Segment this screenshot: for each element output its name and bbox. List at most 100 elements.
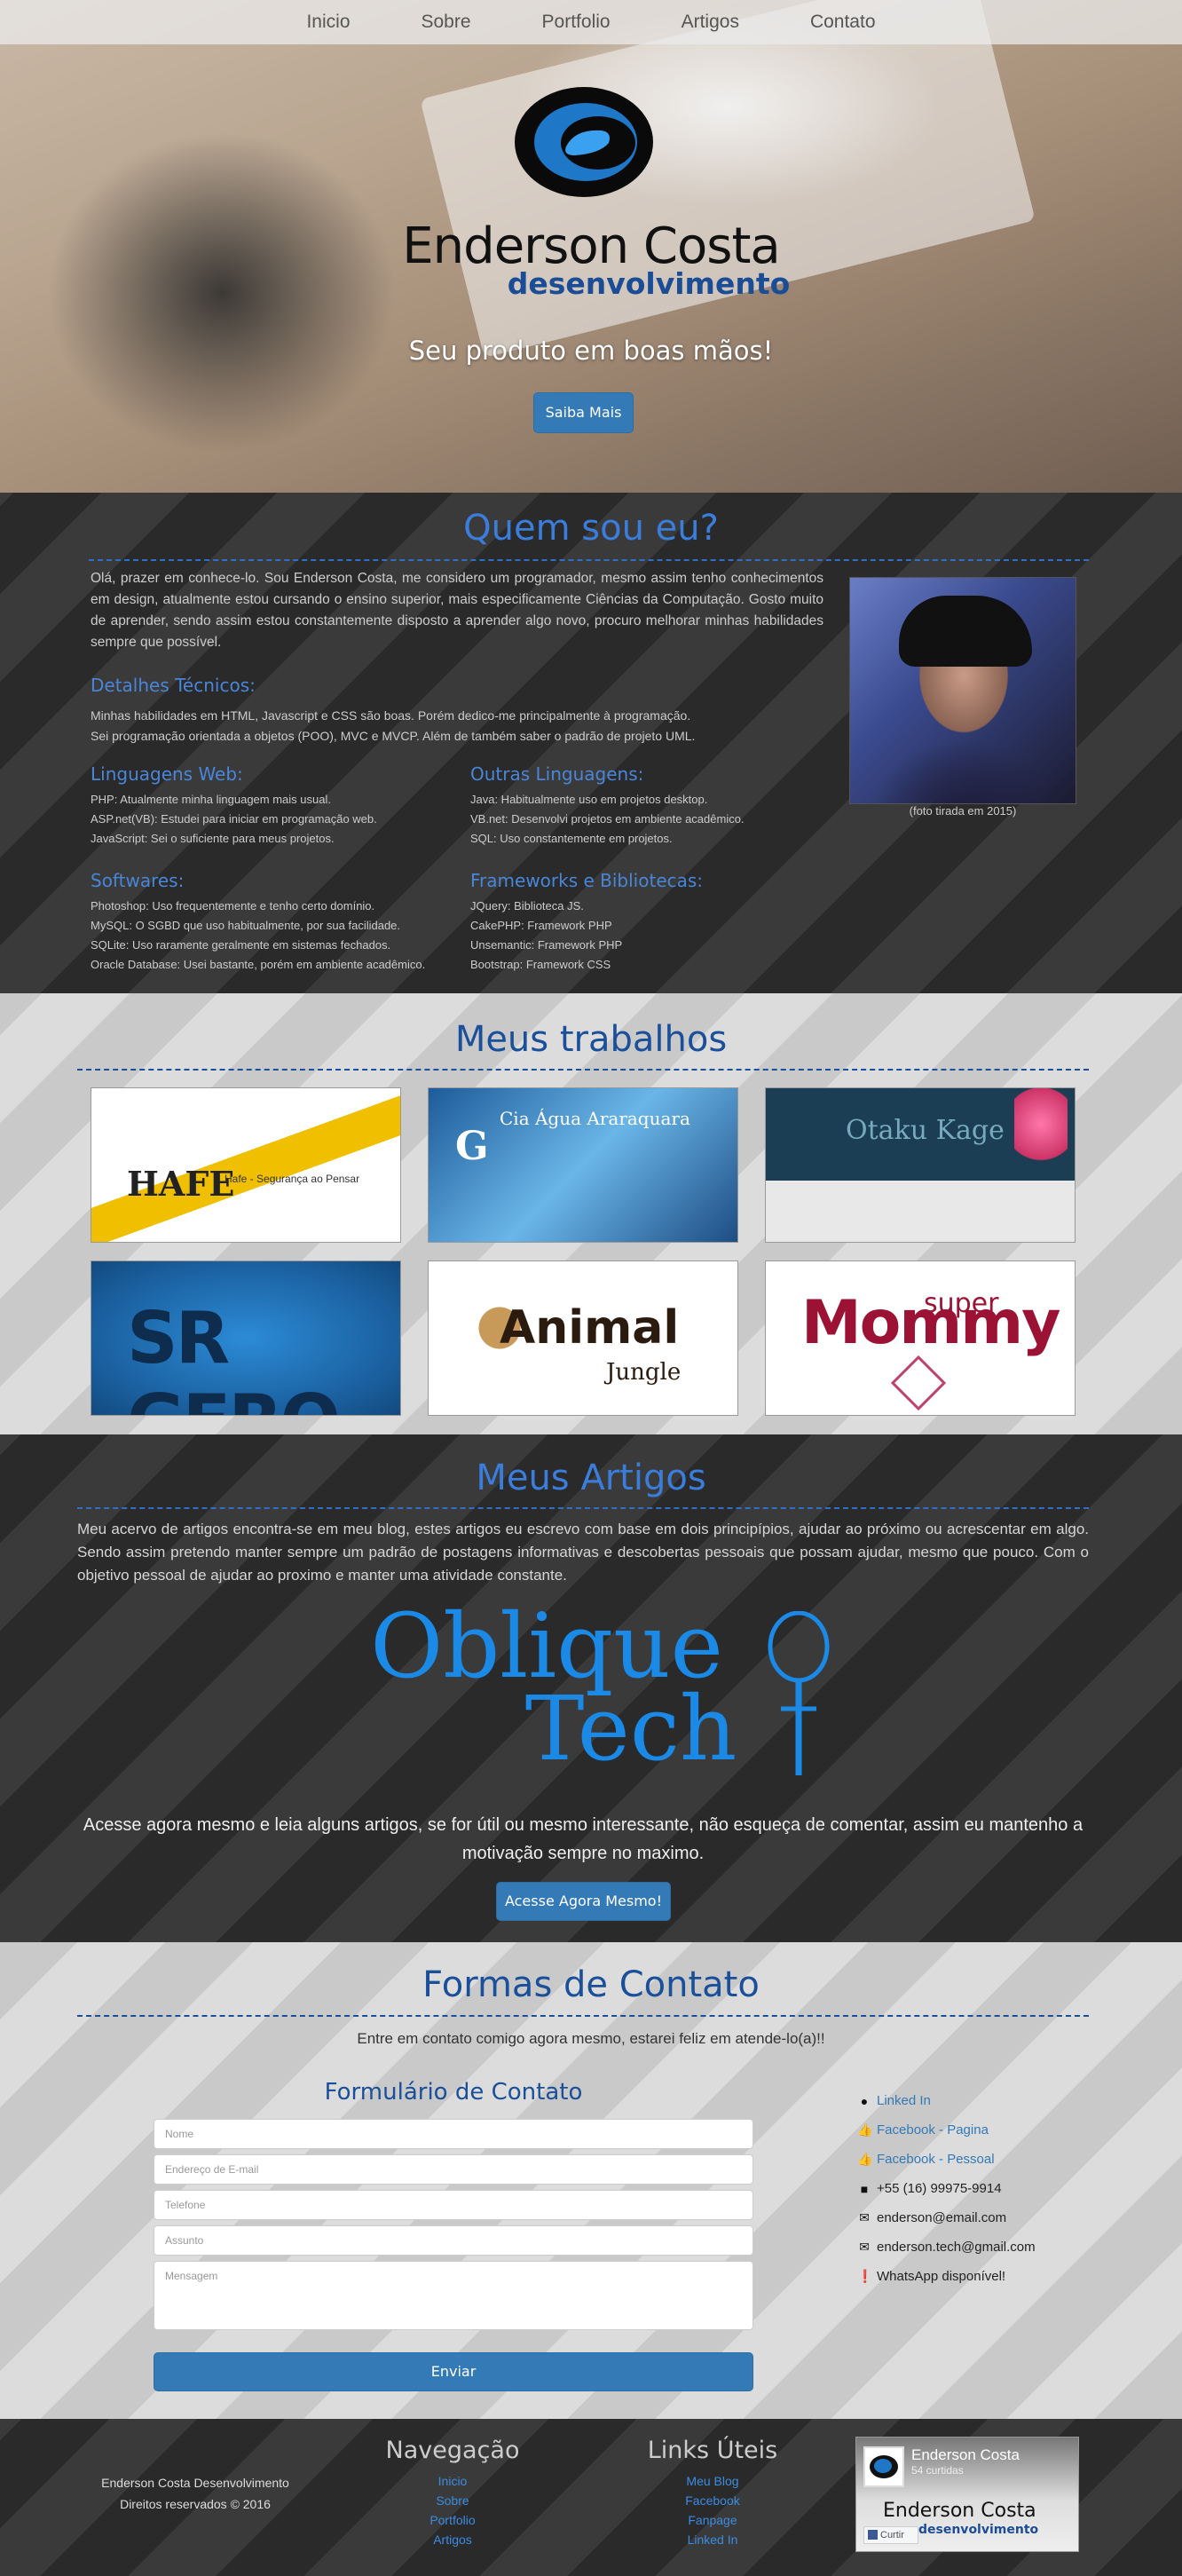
nav-item-contato[interactable]: Contato	[775, 0, 911, 44]
facebook-page-likes: 54 curtidas	[911, 2464, 964, 2477]
footer-nav-link[interactable]: Inicio	[364, 2471, 541, 2491]
facebook-like-button[interactable]: Curtir	[863, 2526, 918, 2544]
footer-company: Enderson Costa Desenvolvimento	[101, 2476, 289, 2490]
thumbs-up-icon: 👍	[857, 2152, 873, 2166]
web-languages-list: PHP: Atualmente minha linguagem mais usu…	[91, 790, 463, 849]
footer-useful-title: Links Úteis	[647, 2437, 778, 2464]
work-thumb-super-mommy[interactable]: super Mommy	[765, 1260, 1076, 1416]
hero-banner: Enderson Costa desenvolvimento Seu produ…	[0, 0, 1182, 493]
list-item: JQuery: Biblioteca JS.	[470, 899, 584, 913]
send-button[interactable]: Enviar	[154, 2352, 753, 2391]
oblique-tech-key-icon	[768, 1611, 830, 1775]
nav-item-inicio[interactable]: Inicio	[271, 0, 385, 44]
work-logo: Mommy	[801, 1288, 1060, 1358]
facebook-like-label: Curtir	[880, 2530, 904, 2540]
footer-nav-link[interactable]: Portfolio	[364, 2510, 541, 2530]
footer-useful-link[interactable]: Meu Blog	[624, 2471, 801, 2491]
work-thumb-hafe[interactable]: HAFE Hafe - Segurança ao Pensar	[91, 1087, 401, 1243]
contact-info-text: +55 (16) 99975-9914	[877, 2181, 1002, 2196]
comment-icon: ■	[860, 2181, 869, 2196]
about-title-divider	[89, 559, 1089, 561]
list-item: PHP: Atualmente minha linguagem mais usu…	[91, 793, 331, 806]
tech-line: Minhas habilidades em HTML, Javascript e…	[91, 708, 691, 723]
work-logo: HAFE	[127, 1164, 235, 1204]
contact-form-title: Formulário de Contato	[324, 2079, 583, 2106]
oblique-tech-logo-line2: Tech	[524, 1677, 737, 1781]
work-thumb-agua[interactable]: G Cia Água Araraquara	[428, 1087, 738, 1243]
work-caption: Hafe - Segurança ao Pensar	[225, 1173, 360, 1185]
contact-info-text: enderson.tech@gmail.com	[877, 2240, 1036, 2255]
email-field[interactable]: Endereço de E-mail	[154, 2154, 753, 2185]
thumbs-up-icon: 👍	[857, 2122, 873, 2137]
footer: Enderson Costa Desenvolvimento Direitos …	[0, 2419, 1182, 2576]
facebook-page-widget[interactable]: Enderson Costa 54 curtidas Enderson Cost…	[855, 2437, 1079, 2552]
contact-link-facebook-page[interactable]: 👍 Facebook - Pagina	[857, 2115, 1123, 2145]
facebook-page-avatar	[863, 2446, 904, 2487]
photo-caption: (foto tirada em 2015)	[909, 804, 1017, 818]
frameworks-list: JQuery: Biblioteca JS. CakePHP: Framewor…	[470, 897, 825, 975]
other-languages-heading: Outras Linguagens:	[470, 763, 644, 785]
work-thumb-otaku[interactable]: Otaku Kage	[765, 1087, 1076, 1243]
work-caption: Jungle	[606, 1359, 682, 1386]
saiba-mais-button[interactable]: Saiba Mais	[533, 392, 634, 433]
contact-link-label[interactable]: Facebook - Pessoal	[877, 2152, 995, 2167]
list-item: SQL: Uso constantemente em projetos.	[470, 832, 673, 845]
message-field[interactable]: Mensagem	[154, 2261, 753, 2330]
tech-details-text: Minhas habilidades em HTML, Javascript e…	[91, 706, 827, 747]
facebook-cover-brand: Enderson Costa	[883, 2500, 1036, 2522]
footer-useful-link[interactable]: Linked In	[624, 2530, 801, 2549]
facebook-icon	[868, 2530, 878, 2540]
profile-photo-hair	[899, 596, 1032, 667]
list-item: Java: Habitualmente uso em projetos desk…	[470, 793, 708, 806]
list-item: Photoshop: Uso frequentemente e tenho ce…	[91, 899, 375, 913]
work-thumb-animal-jungle[interactable]: Animal Jungle	[428, 1260, 738, 1416]
footer-nav-link[interactable]: Sobre	[364, 2491, 541, 2510]
brand-logo-icon	[515, 87, 653, 197]
phone-field[interactable]: Telefone	[154, 2190, 753, 2220]
envelope-icon: ✉	[859, 2210, 870, 2224]
envelope-icon: ✉	[859, 2240, 870, 2254]
list-item: MySQL: O SGBD que uso habitualmente, por…	[91, 919, 401, 932]
nav-item-sobre[interactable]: Sobre	[386, 0, 507, 44]
anime-character-icon	[1014, 1088, 1068, 1177]
user-icon: ●	[860, 2093, 869, 2108]
articles-title: Meus Artigos	[476, 1458, 706, 1498]
contact-info-text: WhatsApp disponível!	[877, 2269, 1006, 2284]
contact-link-facebook-personal[interactable]: 👍 Facebook - Pessoal	[857, 2145, 1123, 2174]
software-list: Photoshop: Uso frequentemente e tenho ce…	[91, 897, 463, 975]
articles-cta-text: Acesse agora mesmo e leia alguns artigos…	[83, 1815, 1084, 1863]
facebook-page-name[interactable]: Enderson Costa	[911, 2446, 1020, 2464]
subject-field[interactable]: Assunto	[154, 2225, 753, 2256]
top-nav: Inicio Sobre Portfolio Artigos Contato	[0, 0, 1182, 44]
brand-subtitle: desenvolvimento	[507, 266, 791, 301]
web-languages-heading: Linguagens Web:	[91, 763, 243, 785]
contact-link-label[interactable]: Linked In	[877, 2093, 931, 2108]
acesse-agora-button[interactable]: Acesse Agora Mesmo!	[496, 1882, 671, 1921]
work-thumb-gero[interactable]: SR GERO	[91, 1260, 401, 1416]
footer-credits: Enderson Costa Desenvolvimento Direitos …	[89, 2472, 302, 2515]
contact-link-label[interactable]: Facebook - Pagina	[877, 2122, 989, 2137]
footer-rights: Direitos reservados © 2016	[120, 2497, 271, 2511]
diamond-icon	[890, 1355, 947, 1411]
list-item: Bootstrap: Framework CSS	[470, 958, 611, 971]
contact-link-linkedin[interactable]: ● Linked In	[857, 2086, 1123, 2115]
profile-photo	[849, 577, 1076, 804]
work-logo: SR GERO	[127, 1297, 341, 1415]
footer-useful-link[interactable]: Facebook	[624, 2491, 801, 2510]
list-item: SQLite: Uso raramente geralmente em sist…	[91, 938, 391, 952]
nav-item-portfolio[interactable]: Portfolio	[507, 0, 646, 44]
list-item: ASP.net(VB): Estudei para iniciar em pro…	[91, 812, 377, 826]
other-languages-list: Java: Habitualmente uso em projetos desk…	[470, 790, 825, 849]
about-intro: Olá, prazer em conhece-lo. Sou Enderson …	[91, 571, 823, 650]
software-heading: Softwares:	[91, 870, 185, 891]
contact-title-divider	[77, 2015, 1089, 2017]
work-logo: Animal	[500, 1301, 680, 1355]
works-title-divider	[77, 1069, 1089, 1071]
footer-useful-link[interactable]: Fanpage	[624, 2510, 801, 2530]
about-title: Quem sou eu?	[463, 508, 719, 549]
contact-info-email: ✉ enderson@email.com	[857, 2203, 1123, 2232]
nav-item-artigos[interactable]: Artigos	[646, 0, 775, 44]
name-field[interactable]: Nome	[154, 2119, 753, 2149]
footer-nav-link[interactable]: Artigos	[364, 2530, 541, 2549]
articles-title-divider	[77, 1507, 1089, 1509]
